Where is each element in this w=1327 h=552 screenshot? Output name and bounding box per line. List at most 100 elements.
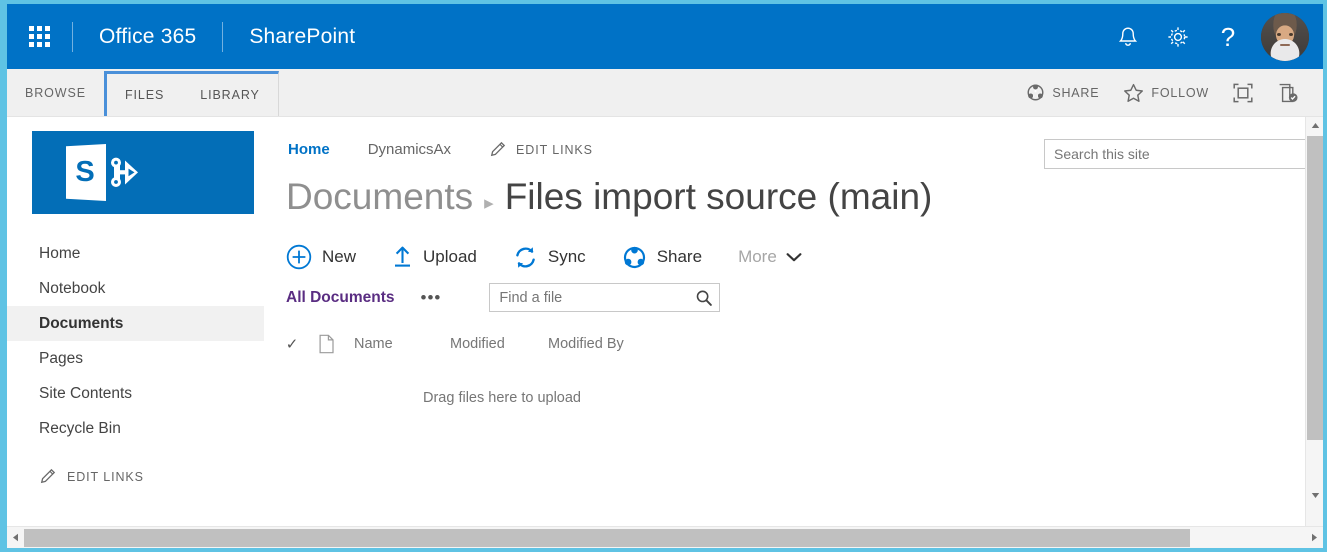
pencil-icon [490,141,506,157]
ribbon-contextual-tab-group: FILES LIBRARY [103,71,279,116]
upload-arrow-icon [395,246,411,267]
logo-letter: S [75,156,95,188]
ribbon-actions: SHARE FOLLOW [1014,69,1323,116]
page-title-separator-icon: ▸ [484,193,494,214]
new-button-label: New [322,247,357,266]
sidebar-item-home[interactable]: Home [7,236,264,271]
command-bar: New Upload Sync Share More [264,218,1305,270]
upload-button-label: Upload [423,247,477,266]
caret-down-icon [1311,493,1319,498]
gear-icon [1168,26,1188,47]
more-label: More [738,247,777,266]
search-button[interactable] [695,289,722,307]
view-options-ellipsis-button[interactable]: ••• [421,289,442,306]
page-title-current: Files import source (main) [504,176,933,217]
upload-button[interactable]: Upload [392,244,477,270]
left-column: S Home Notebook Documents Pages Site Con… [7,117,264,548]
sidebar-item-pages[interactable]: Pages [7,341,264,376]
list-column-headers: ✓ Name Modified Modified By [264,312,1305,354]
waffle-icon [29,26,50,47]
browser-frame: Office 365 SharePoint ? BROWSE FILES LIB… [0,0,1327,552]
document-icon [319,334,334,354]
column-header-modified-by[interactable]: Modified By [548,336,624,352]
sync-library-button[interactable] [1265,69,1309,117]
avatar-photo [1261,12,1309,61]
focus-on-content-icon [1233,83,1253,102]
notifications-button[interactable] [1105,14,1151,60]
pencil-icon [40,468,56,484]
ribbon-tab-library[interactable]: LIBRARY [182,74,278,116]
page-body: S Home Notebook Documents Pages Site Con… [7,117,1323,548]
sync-icon [516,246,535,268]
view-bar: All Documents ••• [264,270,1305,312]
vertical-scrollbar[interactable] [1305,117,1323,548]
vertical-scroll-thumb[interactable] [1307,136,1323,440]
page-title-parent[interactable]: Documents [286,176,473,218]
current-view-selector[interactable]: All Documents [286,289,395,307]
avatar-detail [1280,43,1290,46]
settings-button[interactable] [1155,14,1201,60]
focus-on-content-button[interactable] [1221,69,1265,117]
column-header-modified[interactable]: Modified [450,336,548,352]
site-search-box[interactable] [1044,139,1306,169]
help-button[interactable]: ? [1205,14,1251,60]
office365-brand-link[interactable]: Office 365 [73,25,222,49]
share-command-label: Share [656,247,703,266]
avatar-detail [1289,32,1293,36]
topnav-edit-links-label: EDIT LINKS [516,142,593,157]
horizontal-scroll-thumb[interactable] [24,528,1190,547]
star-icon [1124,83,1144,102]
share-button[interactable]: SHARE [1014,69,1111,117]
ribbon-tab-files[interactable]: FILES [107,74,182,116]
topnav-link-dynamicsax[interactable]: DynamicsAx [368,141,451,158]
scroll-left-button[interactable] [7,527,24,549]
caret-up-icon [1311,123,1319,128]
scroll-down-button[interactable] [1306,487,1323,504]
caret-right-icon [1312,533,1317,542]
search-icon [697,290,713,306]
user-avatar[interactable] [1261,12,1309,61]
follow-button-label: FOLLOW [1151,85,1209,100]
scroll-up-button[interactable] [1306,117,1323,134]
file-type-column-icon[interactable] [310,334,342,354]
ribbon-tab-browse[interactable]: BROWSE [7,69,104,116]
topnav-link-home[interactable]: Home [288,141,330,158]
share-command-button[interactable]: Share [622,245,702,270]
sidebar-edit-links-button[interactable]: EDIT LINKS [7,468,264,485]
column-header-name[interactable]: Name [342,336,450,352]
site-navigation: Home Notebook Documents Pages Site Conte… [7,236,264,485]
find-a-file-box[interactable] [489,283,722,312]
drag-files-dropzone[interactable]: Drag files here to upload [264,354,1305,406]
chevron-down-icon [786,252,802,261]
sync-library-icon [1279,83,1297,102]
share-button-label: SHARE [1052,85,1100,100]
office365-suite-bar: Office 365 SharePoint ? [7,4,1323,69]
sharepoint-site-logo[interactable]: S [32,131,254,214]
new-button[interactable]: New [286,244,356,270]
logo-share-glyph [111,157,138,187]
follow-button[interactable]: FOLLOW [1111,69,1221,117]
site-search-input[interactable] [1045,140,1305,168]
share-icon [623,246,645,268]
sharepoint-app-link[interactable]: SharePoint [223,25,381,49]
sidebar-item-site-contents[interactable]: Site Contents [7,376,264,411]
suite-bar-actions: ? [1105,12,1323,61]
share-icon [1027,84,1044,101]
horizontal-scrollbar[interactable] [7,526,1323,548]
sidebar-item-notebook[interactable]: Notebook [7,271,264,306]
sidebar-item-documents[interactable]: Documents [7,306,264,341]
ribbon-bar: BROWSE FILES LIBRARY SHARE FOLLOW [7,69,1323,117]
app-launcher-button[interactable] [7,4,72,69]
topnav-edit-links-button[interactable]: EDIT LINKS [489,141,593,158]
more-commands-button[interactable]: More [738,247,802,267]
plus-circle-icon [286,244,312,270]
avatar-detail [1277,32,1281,36]
sidebar-item-recycle-bin[interactable]: Recycle Bin [7,411,264,446]
bell-icon [1118,26,1138,46]
find-a-file-input[interactable] [490,284,696,311]
logo-page-shape: S [66,144,106,201]
scroll-right-button[interactable] [1306,527,1323,549]
horizontal-scroll-track[interactable] [24,527,1306,549]
select-all-checkmark-icon[interactable]: ✓ [274,335,310,353]
sync-button[interactable]: Sync [513,245,586,270]
